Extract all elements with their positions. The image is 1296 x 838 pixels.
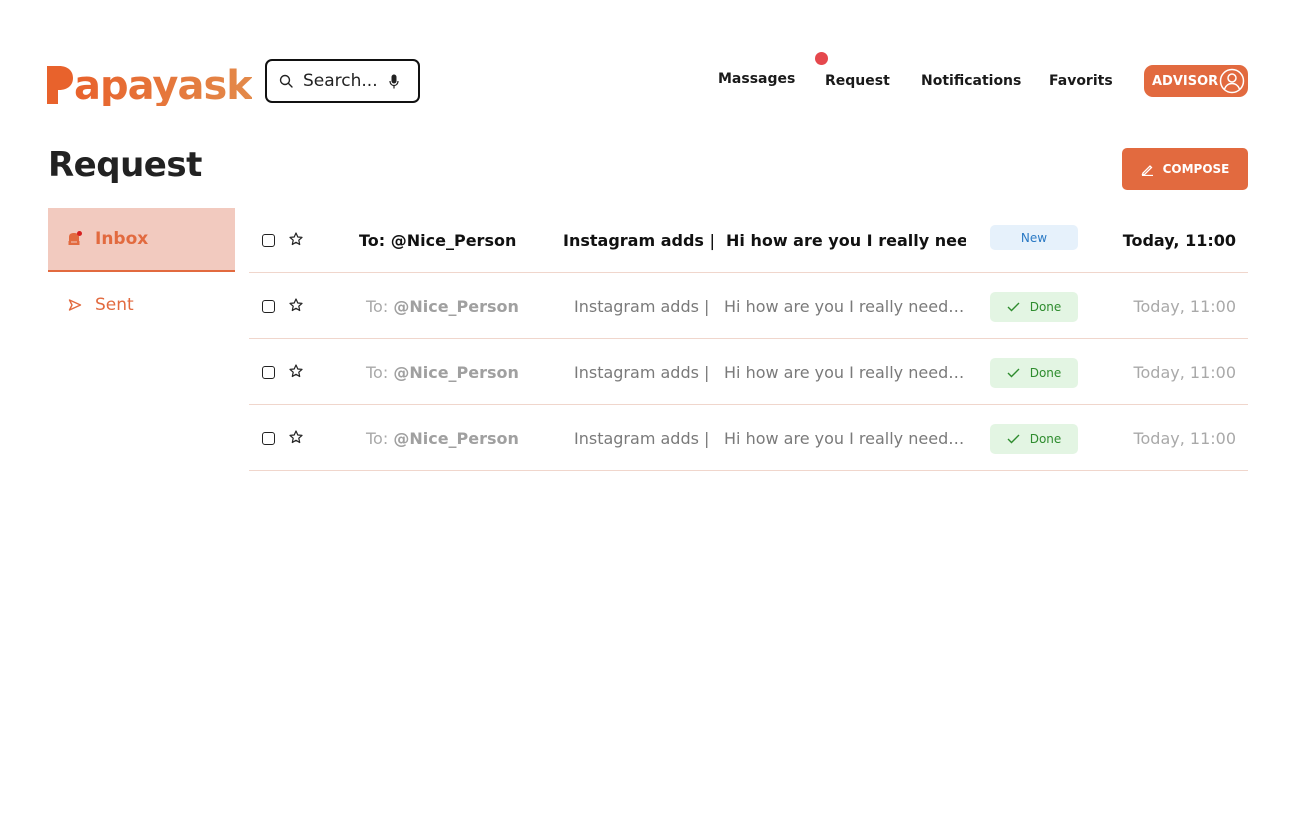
page-title: Request [48, 145, 202, 185]
papayask-logo[interactable]: apayask [47, 56, 253, 109]
advisor-button[interactable]: ADVISOR [1144, 65, 1248, 97]
sidebar-item-label: Inbox [95, 229, 149, 249]
status-badge: Done [990, 358, 1078, 388]
star-icon[interactable] [289, 232, 303, 246]
row-recipient-prefix: To: [366, 296, 389, 316]
row-recipient-user: @Nice_Person [390, 230, 517, 250]
inbox-icon [68, 231, 82, 245]
row-subject: Instagram adds | [574, 362, 710, 382]
table-row[interactable]: To: @Nice_Person Instagram adds | Hi how… [249, 405, 1248, 471]
star-icon[interactable] [289, 364, 303, 378]
row-recipient: To: @Nice_Person [366, 405, 566, 471]
search-input[interactable] [303, 71, 383, 91]
table-row[interactable]: To: @Nice_Person Instagram adds | Hi how… [249, 339, 1248, 405]
compose-label: COMPOSE [1162, 162, 1230, 176]
row-timestamp: Today, 11:00 [1122, 230, 1236, 250]
row-preview: Hi how are you I really need… [724, 362, 965, 382]
send-icon [68, 299, 82, 311]
row-recipient: To: @Nice_Person [359, 207, 559, 273]
row-recipient-user: @Nice_Person [393, 362, 519, 382]
status-badge: Done [990, 424, 1078, 454]
row-recipient: To: @Nice_Person [366, 273, 566, 339]
check-icon [1007, 368, 1020, 378]
row-preview: Hi how are you I really need… [726, 230, 966, 250]
row-preview: Hi how are you I really need… [724, 296, 965, 316]
check-icon [1007, 302, 1020, 312]
star-icon[interactable] [289, 298, 303, 312]
row-preview: Hi how are you I really need… [724, 428, 965, 448]
row-timestamp: Today, 11:00 [1133, 428, 1236, 448]
row-recipient-prefix: To: [366, 362, 389, 382]
row-checkbox[interactable] [262, 234, 275, 247]
row-subject: Instagram adds | [563, 230, 713, 250]
status-badge-label: New [1020, 230, 1048, 245]
status-badge: New [990, 225, 1078, 250]
row-subject: Instagram adds | [574, 428, 710, 448]
status-badge: Done [990, 292, 1078, 322]
compose-button[interactable]: COMPOSE [1122, 148, 1248, 190]
user-circle-icon [1219, 68, 1245, 94]
check-icon [1007, 434, 1020, 444]
row-subject: Instagram adds | [574, 296, 710, 316]
table-row[interactable]: To: @Nice_Person Instagram adds | Hi how… [249, 207, 1248, 273]
sidebar-item-label: Sent [95, 295, 134, 315]
row-recipient-user: @Nice_Person [393, 428, 519, 448]
row-recipient-user: @Nice_Person [393, 296, 519, 316]
logo-p-mark [47, 66, 73, 104]
search-box[interactable] [265, 59, 420, 103]
nav-notifications[interactable]: Notifications [921, 66, 1021, 96]
row-timestamp: Today, 11:00 [1133, 296, 1236, 316]
microphone-icon[interactable] [389, 74, 399, 89]
request-notification-dot [815, 52, 828, 65]
nav-request[interactable]: Request [825, 66, 890, 96]
table-row[interactable]: To: @Nice_Person Instagram adds | Hi how… [249, 273, 1248, 339]
row-checkbox[interactable] [262, 300, 275, 313]
advisor-label: ADVISOR [1152, 73, 1219, 89]
status-badge-label: Done [1029, 300, 1062, 314]
search-icon [279, 74, 293, 88]
logo-wordmark: apayask [74, 63, 253, 109]
sidebar-item-inbox[interactable]: Inbox [48, 208, 235, 272]
row-checkbox[interactable] [262, 432, 275, 445]
row-recipient: To: @Nice_Person [366, 339, 566, 405]
row-recipient-prefix: To: [366, 428, 389, 448]
row-recipient-prefix: To: [359, 230, 386, 250]
row-checkbox[interactable] [262, 366, 275, 379]
star-icon[interactable] [289, 430, 303, 444]
nav-massages[interactable]: Massages [718, 64, 795, 94]
status-badge-label: Done [1029, 366, 1062, 380]
status-badge-label: Done [1029, 432, 1062, 446]
pencil-icon [1141, 164, 1153, 176]
row-timestamp: Today, 11:00 [1133, 362, 1236, 382]
sidebar-item-sent[interactable]: Sent [48, 273, 235, 337]
nav-favorits[interactable]: Favorits [1049, 66, 1113, 96]
